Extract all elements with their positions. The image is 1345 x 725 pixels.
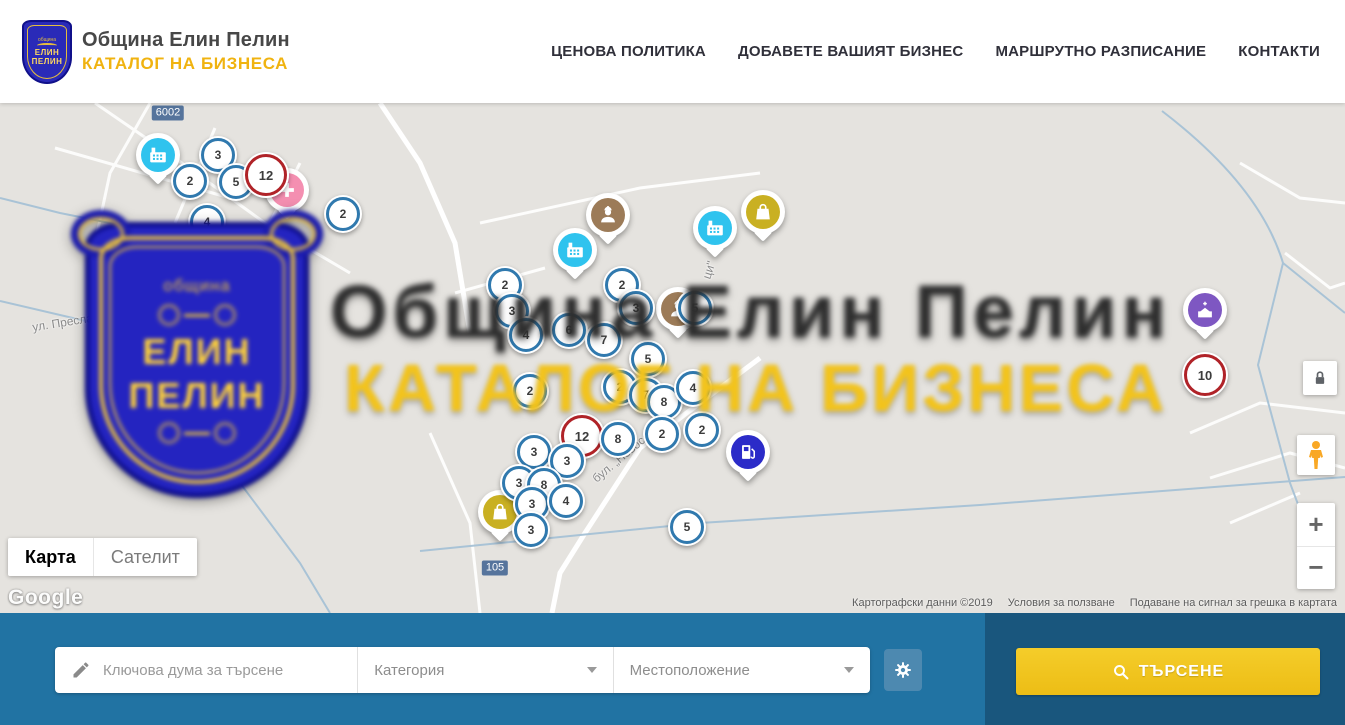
watermark-crest-top: община xyxy=(163,276,231,296)
nav-route-schedule[interactable]: МАРШРУТНО РАЗПИСАНИЕ xyxy=(995,43,1206,60)
zoom-out-button[interactable]: − xyxy=(1297,547,1335,590)
attribution-report-link[interactable]: Подаване на сигнал за грешка в картата xyxy=(1130,597,1337,609)
factory-icon xyxy=(564,239,586,261)
nav-pricing-policy[interactable]: ЦЕНОВА ПОЛИТИКА xyxy=(551,43,706,60)
watermark-crest-line1: ЕЛИН xyxy=(142,334,251,370)
road-number-badge: 105 xyxy=(482,561,508,576)
site-title: Община Елин Пелин xyxy=(82,29,290,52)
shopping-bag-icon xyxy=(489,501,511,523)
factory-icon xyxy=(147,144,169,166)
watermark-crest-line2: ПЕЛИН xyxy=(128,378,265,414)
location-field: Местоположение xyxy=(613,647,870,693)
business-pin[interactable] xyxy=(693,206,737,250)
cluster-marker[interactable]: 2 xyxy=(171,162,209,200)
nav-add-business[interactable]: ДОБАВЕТЕ ВАШИЯТ БИЗНЕС xyxy=(738,43,963,60)
location-select[interactable]: Местоположение xyxy=(614,662,870,679)
shopping-bag-icon xyxy=(752,201,774,223)
search-bar: Категория Местоположение xyxy=(0,613,1345,725)
chevron-down-icon xyxy=(587,667,597,673)
attribution-terms-link[interactable]: Условия за ползване xyxy=(1008,597,1115,609)
attribution-copyright: Картографски данни ©2019 xyxy=(852,597,993,609)
logo-text-line2: ПЕЛИН xyxy=(32,57,63,66)
cluster-marker[interactable]: 3 xyxy=(512,511,550,549)
keyword-search-input[interactable] xyxy=(55,647,357,693)
zoom-in-button[interactable]: + xyxy=(1297,503,1335,547)
lock-button[interactable] xyxy=(1303,361,1337,395)
site-header: община ЕЛИН ПЕЛИН Община Елин Пелин КАТА… xyxy=(0,0,1345,103)
municipality-logo: община ЕЛИН ПЕЛИН xyxy=(22,20,72,84)
keyword-field xyxy=(55,647,357,693)
logo-text-line1: ЕЛИН xyxy=(35,48,59,57)
watermark-title: Община Елин Пелин xyxy=(330,269,1215,354)
road-number-badge: 6002 xyxy=(152,106,184,121)
pegman-icon xyxy=(1304,440,1328,470)
cluster-marker[interactable]: 4 xyxy=(547,482,585,520)
cluster-marker[interactable]: 5 xyxy=(668,508,706,546)
search-input-group: Категория Местоположение xyxy=(55,647,870,693)
brand-home-link[interactable]: община ЕЛИН ПЕЛИН Община Елин Пелин КАТА… xyxy=(22,20,290,84)
search-submit-button[interactable]: ТЪРСЕНЕ xyxy=(1016,648,1320,695)
site-subtitle: КАТАЛОГ НА БИЗНЕСА xyxy=(82,54,290,74)
map-type-satellite-button[interactable]: Сателит xyxy=(93,538,197,576)
category-field: Категория xyxy=(357,647,612,693)
chevron-down-icon xyxy=(844,667,854,673)
cluster-marker[interactable]: 12 xyxy=(243,152,289,198)
map-type-map-button[interactable]: Карта xyxy=(8,538,93,576)
gear-icon xyxy=(893,660,913,680)
business-pin[interactable] xyxy=(553,228,597,272)
business-pin[interactable] xyxy=(726,430,770,474)
category-select[interactable]: Категория xyxy=(358,662,612,679)
zoom-control: + − xyxy=(1297,503,1335,589)
nav-contacts[interactable]: КОНТАКТИ xyxy=(1238,43,1320,60)
watermark-crest: община ЕЛИН ПЕЛИН xyxy=(85,222,309,498)
map-type-control: Карта Сателит xyxy=(8,538,197,576)
search-icon xyxy=(1112,663,1130,681)
pencil-icon xyxy=(71,660,91,680)
business-pin[interactable] xyxy=(741,190,785,234)
watermark-subtitle: КАТАЛОГ НА БИЗНЕСА xyxy=(344,350,1194,427)
lock-icon xyxy=(1310,368,1330,388)
factory-icon xyxy=(704,217,726,239)
worker-icon xyxy=(597,204,619,226)
street-view-pegman[interactable] xyxy=(1297,435,1335,475)
map-attribution: Картографски данни ©2019 Условия за полз… xyxy=(852,597,1337,609)
map-canvas[interactable]: 6002ул. Преслав105бул. „Новоселци" 32512… xyxy=(0,103,1345,613)
google-logo[interactable]: Google xyxy=(8,586,83,610)
advanced-settings-button[interactable] xyxy=(884,649,922,691)
main-nav: ЦЕНОВА ПОЛИТИКА ДОБАВЕТЕ ВАШИЯТ БИЗНЕС М… xyxy=(551,43,1320,60)
cluster-marker[interactable]: 2 xyxy=(324,195,362,233)
fuel-pump-icon xyxy=(737,441,759,463)
